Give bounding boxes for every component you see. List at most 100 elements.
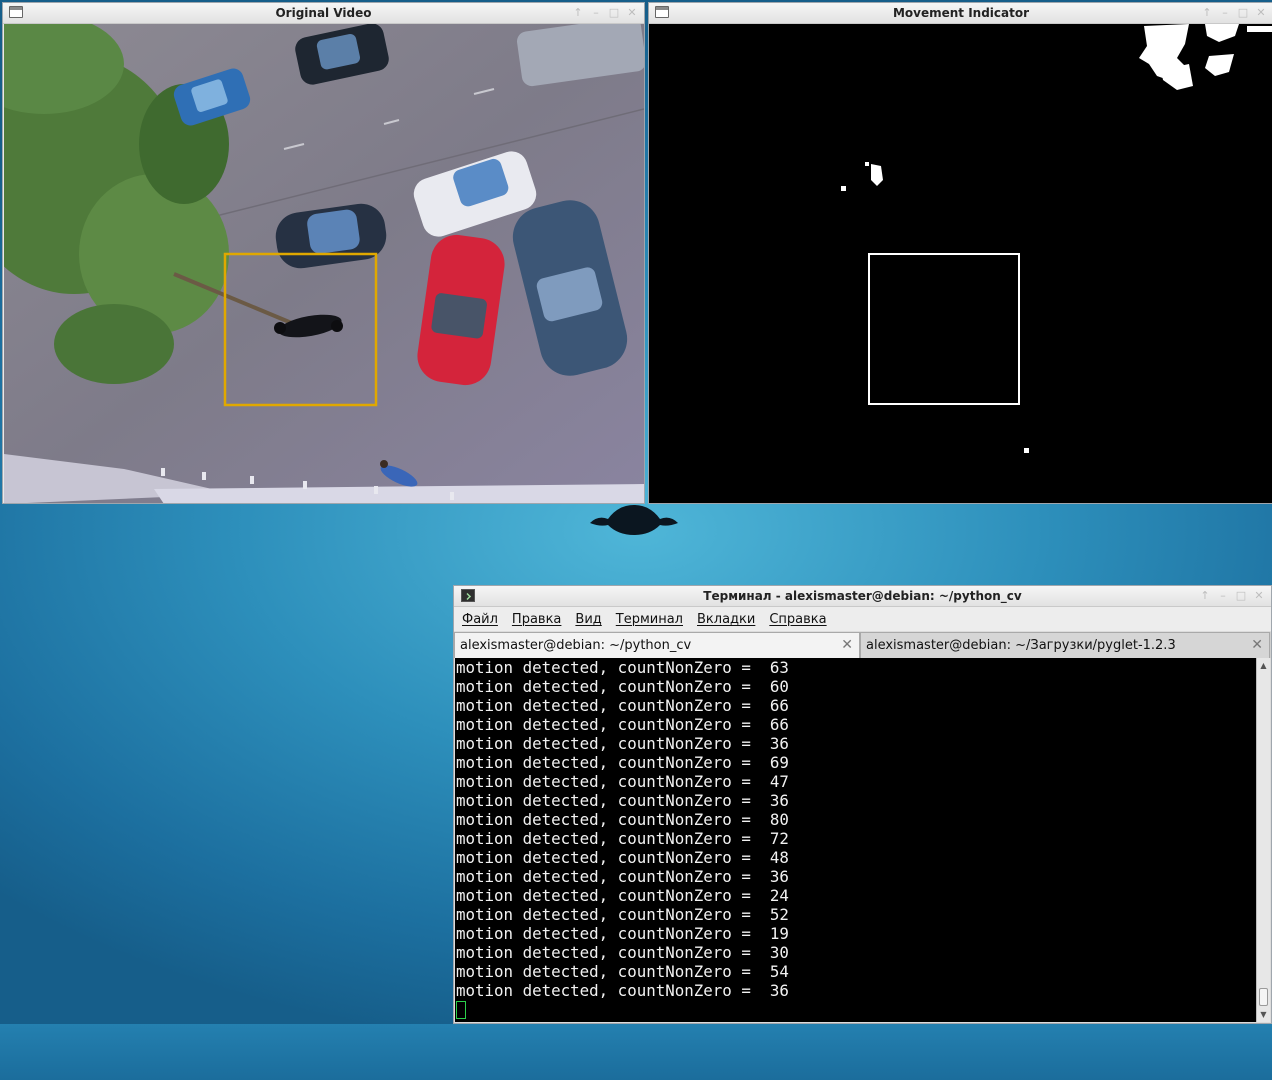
line-prefix: motion detected, countNonZero =: [456, 924, 770, 943]
count-value: 66: [769, 696, 789, 715]
count-value: 30: [769, 943, 789, 962]
count-value: 36: [769, 981, 789, 1000]
terminal-titlebar[interactable]: Терминал - alexismaster@debian: ~/python…: [454, 586, 1271, 607]
tab-pyglet[interactable]: alexismaster@debian: ~/Загрузки/pyglet-1…: [860, 632, 1270, 658]
count-value: 47: [769, 772, 789, 791]
terminal-tabbar: alexismaster@debian: ~/python_cv ✕ alexi…: [454, 632, 1271, 658]
terminal-menubar: Файл Правка Вид Терминал Вкладки Справка: [454, 607, 1271, 631]
count-value: 66: [769, 715, 789, 734]
terminal-line: motion detected, countNonZero = 19: [455, 924, 1257, 943]
video-frame: [4, 24, 644, 503]
terminal-window[interactable]: Терминал - alexismaster@debian: ~/python…: [453, 585, 1272, 1024]
menu-help[interactable]: Справка: [769, 612, 826, 627]
movement-indicator-window[interactable]: Movement Indicator ↑ – □ ✕: [648, 2, 1272, 504]
keep-above-button[interactable]: ↑: [572, 5, 584, 21]
count-value: 36: [769, 734, 789, 753]
terminal-output[interactable]: motion detected, countNonZero = 63 motion…: [455, 658, 1257, 1022]
line-prefix: motion detected, countNonZero =: [456, 886, 770, 905]
maximize-button[interactable]: □: [1235, 588, 1247, 604]
terminal-line: motion detected, countNonZero = 66: [455, 696, 1257, 715]
minimize-button[interactable]: –: [1217, 588, 1229, 604]
menu-file[interactable]: Файл: [462, 612, 498, 627]
line-prefix: motion detected, countNonZero =: [456, 962, 770, 981]
menu-view[interactable]: Вид: [575, 612, 601, 627]
terminal-line: motion detected, countNonZero = 36: [455, 867, 1257, 886]
original-video-titlebar[interactable]: Original Video ↑ – □ ✕: [3, 3, 644, 24]
terminal-line: motion detected, countNonZero = 36: [455, 734, 1257, 753]
motion-mask-frame: [649, 24, 1272, 503]
terminal-line: motion detected, countNonZero = 69: [455, 753, 1257, 772]
close-button[interactable]: ✕: [1255, 5, 1267, 21]
line-prefix: motion detected, countNonZero =: [456, 734, 770, 753]
scroll-down-icon[interactable]: ▼: [1257, 1008, 1270, 1021]
count-value: 48: [769, 848, 789, 867]
scroll-up-icon[interactable]: ▲: [1257, 659, 1270, 672]
terminal-cursor: [456, 1001, 466, 1019]
tab-python-cv[interactable]: alexismaster@debian: ~/python_cv ✕: [454, 632, 860, 658]
terminal-title: Терминал - alexismaster@debian: ~/python…: [703, 589, 1022, 603]
line-prefix: motion detected, countNonZero =: [456, 848, 770, 867]
close-button[interactable]: ✕: [1253, 588, 1265, 604]
count-value: 69: [769, 753, 789, 772]
menu-tabs[interactable]: Вкладки: [697, 612, 755, 627]
close-tab-icon[interactable]: ✕: [1251, 637, 1263, 653]
original-video-window[interactable]: Original Video ↑ – □ ✕: [2, 2, 645, 504]
line-prefix: motion detected, countNonZero =: [456, 943, 770, 962]
count-value: 60: [769, 677, 789, 696]
terminal-line: motion detected, countNonZero = 54: [455, 962, 1257, 981]
menu-terminal[interactable]: Терминал: [616, 612, 683, 627]
line-prefix: motion detected, countNonZero =: [456, 753, 770, 772]
terminal-line: motion detected, countNonZero = 66: [455, 715, 1257, 734]
count-value: 36: [769, 867, 789, 886]
keep-above-button[interactable]: ↑: [1201, 5, 1213, 21]
movement-indicator-titlebar[interactable]: Movement Indicator ↑ – □ ✕: [649, 3, 1272, 24]
line-prefix: motion detected, countNonZero =: [456, 905, 770, 924]
terminal-line: motion detected, countNonZero = 80: [455, 810, 1257, 829]
line-prefix: motion detected, countNonZero =: [456, 696, 770, 715]
keep-above-button[interactable]: ↑: [1199, 588, 1211, 604]
terminal-line: motion detected, countNonZero = 47: [455, 772, 1257, 791]
count-value: 36: [769, 791, 789, 810]
terminal-line: motion detected, countNonZero = 63: [455, 658, 1257, 677]
line-prefix: motion detected, countNonZero =: [456, 867, 770, 886]
line-prefix: motion detected, countNonZero =: [456, 772, 770, 791]
count-value: 54: [769, 962, 789, 981]
line-prefix: motion detected, countNonZero =: [456, 829, 770, 848]
line-prefix: motion detected, countNonZero =: [456, 981, 770, 1000]
original-video-title: Original Video: [275, 6, 372, 20]
desktop-mascot-icon: [590, 505, 678, 535]
count-value: 52: [769, 905, 789, 924]
count-value: 19: [769, 924, 789, 943]
movement-indicator-title: Movement Indicator: [892, 6, 1030, 20]
terminal-line: motion detected, countNonZero = 60: [455, 677, 1257, 696]
minimize-button[interactable]: –: [590, 5, 602, 21]
close-button[interactable]: ✕: [626, 5, 638, 21]
maximize-button[interactable]: □: [608, 5, 620, 21]
terminal-line: motion detected, countNonZero = 36: [455, 791, 1257, 810]
close-tab-icon[interactable]: ✕: [841, 637, 853, 653]
line-prefix: motion detected, countNonZero =: [456, 658, 770, 677]
terminal-line: motion detected, countNonZero = 52: [455, 905, 1257, 924]
line-prefix: motion detected, countNonZero =: [456, 715, 770, 734]
count-value: 63: [769, 658, 789, 677]
terminal-line: motion detected, countNonZero = 72: [455, 829, 1257, 848]
count-value: 24: [769, 886, 789, 905]
motion-mask-image: [649, 24, 1272, 503]
scrollbar-thumb[interactable]: [1259, 988, 1268, 1006]
menu-edit[interactable]: Правка: [512, 612, 561, 627]
maximize-button[interactable]: □: [1237, 5, 1249, 21]
minimize-button[interactable]: –: [1219, 5, 1231, 21]
desktop-background: [0, 1024, 1272, 1080]
terminal-line: motion detected, countNonZero = 48: [455, 848, 1257, 867]
tab-label: alexismaster@debian: ~/Загрузки/pyglet-1…: [866, 638, 1176, 653]
video-frame-image: [4, 24, 644, 503]
count-value: 80: [769, 810, 789, 829]
tab-label: alexismaster@debian: ~/python_cv: [460, 638, 692, 653]
terminal-line: motion detected, countNonZero = 36: [455, 981, 1257, 1000]
line-prefix: motion detected, countNonZero =: [456, 810, 770, 829]
terminal-line: motion detected, countNonZero = 30: [455, 943, 1257, 962]
count-value: 72: [769, 829, 789, 848]
terminal-line: motion detected, countNonZero = 24: [455, 886, 1257, 905]
line-prefix: motion detected, countNonZero =: [456, 791, 770, 810]
terminal-scrollbar[interactable]: ▲ ▼: [1256, 658, 1270, 1022]
